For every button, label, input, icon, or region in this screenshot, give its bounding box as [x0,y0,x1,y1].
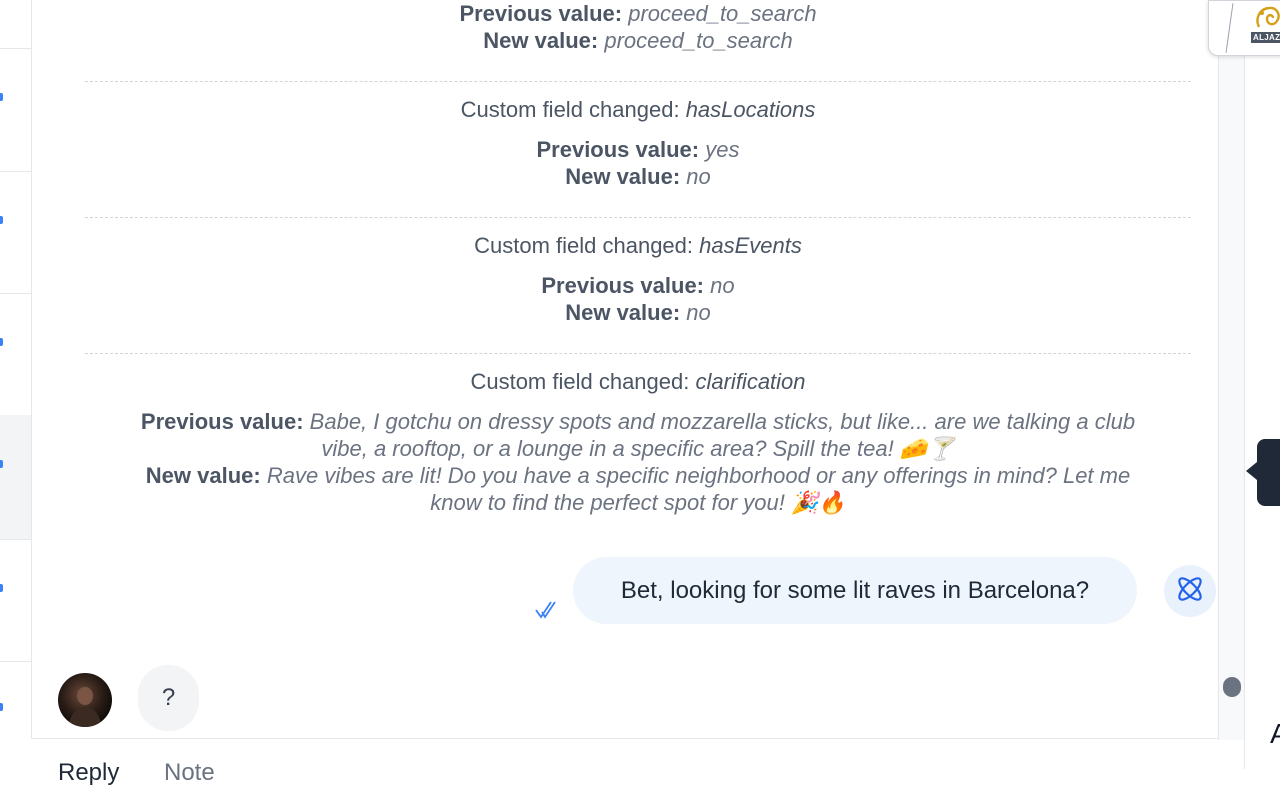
new-value-line: New value: no [85,163,1191,190]
new-value-line: New value: no [85,299,1191,326]
new-value-line: New value: proceed_to_search [85,27,1191,54]
outgoing-message-bubble[interactable]: Bet, looking for some lit raves in Barce… [573,557,1137,624]
previous-value: yes [705,137,740,162]
conversation-item-active[interactable] [0,415,31,540]
previous-value-label: Previous value: [541,273,705,298]
activity-title: Custom field changed: hasLocations [460,97,816,122]
activity-entry: Previous value: proceed_to_search New va… [85,0,1191,54]
brand-name: ALJAZEERA [1251,32,1280,43]
conversation-item[interactable] [0,48,31,172]
message-text: ? [161,684,176,711]
new-value-line: New value: Rave vibes are lit! Do you ha… [85,462,1191,516]
reply-box: Reply Note [31,738,1244,786]
previous-value-label: Previous value: [459,1,623,26]
new-value-label: New value: [565,164,681,189]
new-value: no [686,300,711,325]
new-value: no [686,164,711,189]
conversation-list-strip [0,0,32,769]
conversation-item[interactable] [0,539,31,662]
activity-divider [85,353,1191,354]
custom-field-name: clarification [695,369,806,394]
avatar[interactable] [58,673,112,727]
conversation-item[interactable] [0,661,31,769]
conversation-item[interactable] [0,0,31,49]
previous-value: proceed_to_search [628,1,817,26]
activity-title: Custom field changed: clarification [470,369,806,394]
previous-value-line: Previous value: proceed_to_search [85,0,1191,27]
atom-icon [1173,572,1207,611]
activity-entry: Custom field changed: hasLocations Previ… [85,96,1191,190]
divider [1225,3,1234,53]
activity-entry: Custom field changed: clarification Prev… [85,368,1191,516]
activity-divider [85,217,1191,218]
new-value-label: New value: [565,300,681,325]
contact-initial: A [1270,718,1280,749]
aljazeera-logo-icon [1253,5,1280,31]
tab-reply[interactable]: Reply [58,759,119,787]
previous-value-label: Previous value: [140,409,304,434]
message-text: Bet, looking for some lit raves in Barce… [620,576,1090,604]
previous-value-label: Previous value: [536,137,700,162]
new-value: Rave vibes are lit! Do you have a specif… [266,463,1131,515]
brand-card[interactable]: ALJAZEERA [1208,0,1280,56]
custom-field-name: hasEvents [699,233,802,258]
new-value-label: New value: [483,28,599,53]
read-receipt-icon [534,598,558,625]
tab-note[interactable]: Note [164,759,215,787]
scrollbar-track[interactable] [1218,0,1245,740]
conversation-item[interactable] [0,293,31,416]
custom-field-name: hasLocations [685,97,816,122]
incoming-message-bubble[interactable]: ? [138,665,199,731]
previous-value-line: Previous value: yes [85,136,1191,163]
conversation-item[interactable] [0,171,31,294]
previous-value: no [710,273,735,298]
collapse-panel-button[interactable] [1257,439,1280,506]
scrollbar-thumb[interactable] [1223,677,1241,697]
activity-title: Custom field changed: hasEvents [474,233,802,258]
previous-value-line: Previous value: no [85,272,1191,299]
previous-value: Babe, I gotchu on dressy spots and mozza… [309,409,1136,461]
collapse-arrow-icon[interactable] [1246,462,1257,480]
activity-entry: Custom field changed: hasEvents Previous… [85,232,1191,326]
contact-panel [1244,0,1280,769]
activity-divider [85,81,1191,82]
previous-value-line: Previous value: Babe, I gotchu on dressy… [85,408,1191,462]
new-value: proceed_to_search [604,28,793,53]
bot-avatar [1164,565,1216,617]
new-value-label: New value: [145,463,261,488]
